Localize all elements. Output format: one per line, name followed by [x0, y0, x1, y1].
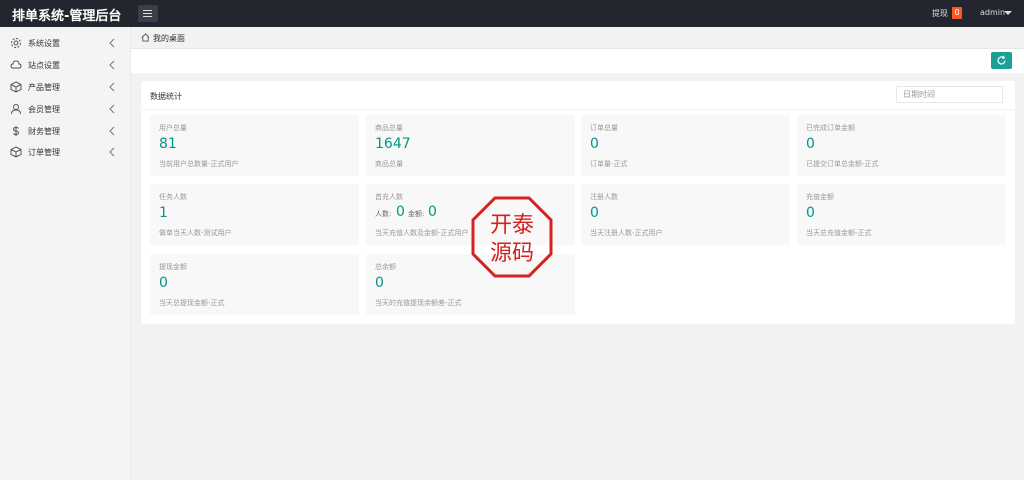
stat-label: 任务人数 [159, 193, 187, 201]
stat-description: 当天注册人数-正式用户 [590, 229, 663, 237]
stat-description: 当天充值人数及金额-正式用户 [375, 229, 469, 237]
gear-icon [11, 38, 21, 48]
stat-description: 做单当天人数-测试用户 [159, 229, 232, 237]
stat-value: 81 [159, 136, 177, 152]
stat-description: 当前用户总数量-正式用户 [159, 160, 239, 168]
cube-icon [10, 146, 22, 158]
stat-value: 0 [159, 275, 168, 291]
stat-label: 充值金额 [806, 193, 834, 201]
stat-card-recharge-amount: 充值金额 0 当天总充值金额-正式 [797, 184, 1006, 245]
statistics-panel: 数据统计 用户总量 81 当前用户总数量-正式用户 商品总量 1647 商品总量… [141, 81, 1015, 324]
stat-description: 已提交订单总金额-正式 [806, 160, 879, 168]
sidebar-item-finance-management[interactable]: 财务管理 [0, 121, 131, 142]
amount-value: 0 [428, 204, 437, 220]
chevron-left-icon [109, 82, 115, 92]
stat-label: 总余额 [375, 263, 396, 271]
caret-down-icon[interactable] [1004, 11, 1012, 15]
date-time-input[interactable] [896, 86, 1003, 103]
stat-value: 1647 [375, 136, 411, 152]
watermark-text-line2: 源码 [490, 241, 534, 266]
dollar-icon [12, 126, 20, 136]
stat-label: 首充人数 [375, 193, 403, 201]
stat-card-order-total: 订单总量 0 订单量-正式 [581, 115, 790, 176]
stat-value: 1 [159, 205, 168, 221]
stat-card-registrations: 注册人数 0 当天注册人数-正式用户 [581, 184, 790, 245]
amount-label: 金额: [408, 210, 425, 218]
menu-toggle-button[interactable] [138, 5, 158, 22]
sidebar-item-order-management[interactable]: 订单管理 [0, 142, 131, 163]
chevron-left-icon [109, 126, 115, 136]
sidebar-item-label: 系统设置 [28, 39, 60, 48]
stat-label: 订单总量 [590, 124, 618, 132]
stat-label: 用户总量 [159, 124, 187, 132]
refresh-icon [997, 55, 1006, 65]
chevron-left-icon [109, 147, 115, 157]
sidebar-item-label: 产品管理 [28, 83, 60, 92]
stat-value: 0 [806, 136, 815, 152]
stat-description: 当天的充值提现余额差-正式 [375, 299, 462, 307]
sidebar-item-label: 会员管理 [28, 105, 60, 114]
app-title: 排单系统-管理后台 [12, 9, 122, 24]
stat-description: 商品总量 [375, 160, 403, 168]
sidebar-item-label: 站点设置 [28, 61, 60, 70]
stat-card-completed-order-amount: 已完成订单金额 0 已提交订单总金额-正式 [797, 115, 1006, 176]
stat-value: 0 [590, 205, 599, 221]
sidebar-item-label: 订单管理 [28, 148, 60, 157]
user-menu[interactable]: admin [980, 8, 1005, 17]
site-icon [10, 60, 22, 69]
sidebar: 系统设置 站点设置 产品管理 会员管理 财务管理 订单管理 [0, 27, 131, 480]
panel-title: 数据统计 [150, 92, 182, 101]
stat-value: 0 [590, 136, 599, 152]
refresh-button[interactable] [991, 52, 1012, 69]
withdraw-link[interactable]: 提现 [932, 8, 948, 19]
stat-card-user-total: 用户总量 81 当前用户总数量-正式用户 [150, 115, 359, 176]
stat-label: 提现金额 [159, 263, 187, 271]
withdraw-count-badge: 0 [952, 7, 962, 19]
home-icon[interactable] [141, 33, 150, 42]
watermark-text-line1: 开泰 [490, 213, 534, 238]
top-header: 排单系统-管理后台 提现 0 admin [0, 0, 1024, 27]
stat-label: 商品总量 [375, 124, 403, 132]
sidebar-item-member-management[interactable]: 会员管理 [0, 99, 131, 120]
breadcrumb-current[interactable]: 我的桌面 [153, 33, 185, 44]
people-count-label: 人数: [375, 210, 392, 218]
stat-value: 0 [375, 275, 384, 291]
user-icon [11, 104, 21, 115]
stat-card-task-people: 任务人数 1 做单当天人数-测试用户 [150, 184, 359, 245]
sidebar-item-system-settings[interactable]: 系统设置 [0, 33, 131, 54]
people-count-value: 0 [396, 204, 405, 220]
stat-value: 0 [806, 205, 815, 221]
stat-description: 当天总充值金额-正式 [806, 229, 872, 237]
cube-icon [10, 81, 22, 93]
breadcrumb: 我的桌面 [131, 27, 1024, 49]
sidebar-item-label: 财务管理 [28, 127, 60, 136]
sidebar-item-site-settings[interactable]: 站点设置 [0, 55, 131, 76]
stat-label: 已完成订单金额 [806, 124, 855, 132]
stat-label: 注册人数 [590, 193, 618, 201]
chevron-left-icon [109, 104, 115, 114]
chevron-left-icon [109, 60, 115, 70]
hamburger-icon [143, 10, 152, 11]
stat-card-withdraw-amount: 提现金额 0 当天总提现金额-正式 [150, 254, 359, 315]
panel-divider [141, 109, 1015, 110]
watermark-stamp: 开泰 源码 [471, 196, 553, 278]
stat-card-product-total: 商品总量 1647 商品总量 [366, 115, 575, 176]
chevron-left-icon [109, 38, 115, 48]
stat-description: 订单量-正式 [590, 160, 628, 168]
stat-description: 当天总提现金额-正式 [159, 299, 225, 307]
toolbar [131, 49, 1024, 73]
sidebar-item-product-management[interactable]: 产品管理 [0, 77, 131, 98]
